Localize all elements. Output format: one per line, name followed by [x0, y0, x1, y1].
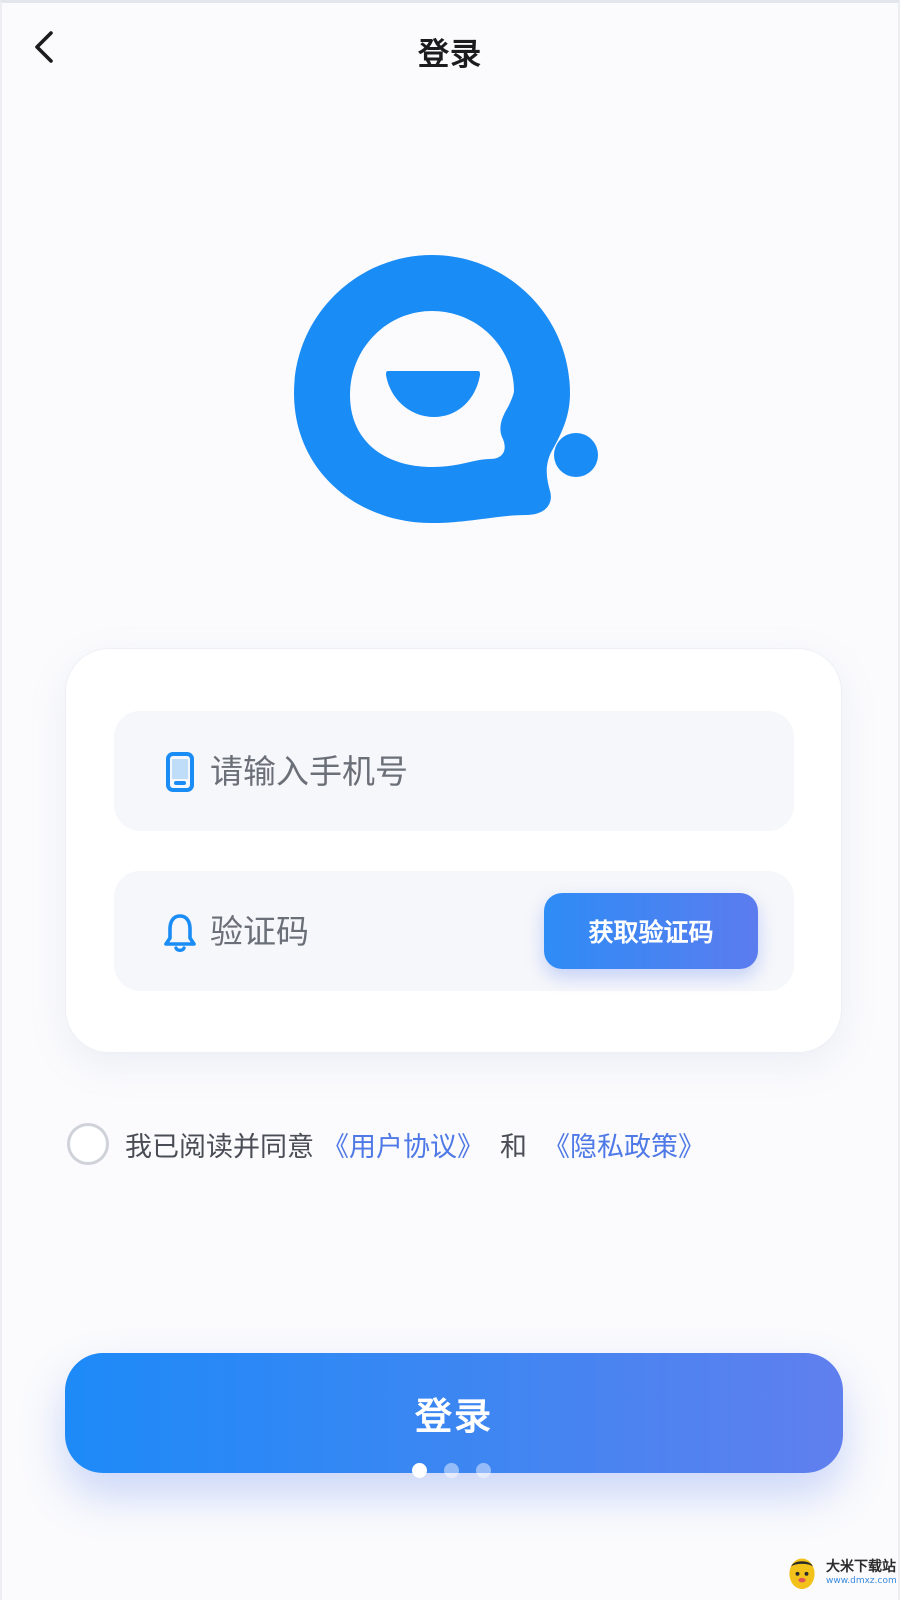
page-indicator: [412, 1463, 502, 1481]
code-input[interactable]: [210, 893, 530, 969]
agreement-row: 我已阅读并同意 《用户协议》 和 《隐私政策》: [67, 1121, 713, 1167]
agreement-and: 和: [500, 1131, 527, 1163]
login-screen: 登录 获取验证码 我已阅读并同意 《用户协议》 和 《隐私政: [0, 0, 900, 1600]
code-field: 获取验证码: [114, 871, 794, 991]
agreement-radio[interactable]: [67, 1123, 109, 1165]
page-dot-2[interactable]: [444, 1463, 459, 1478]
watermark-logo: [789, 1558, 815, 1590]
chat-bubble-logo: [294, 255, 598, 523]
phone-input[interactable]: [210, 733, 530, 809]
logo-dot: [554, 433, 598, 477]
get-code-button[interactable]: 获取验证码: [544, 893, 758, 969]
page-title: 登录: [418, 37, 482, 73]
phone-field: [114, 711, 794, 831]
watermark-text: 大米下载站: [826, 1559, 896, 1575]
login-form-card: 获取验证码: [65, 648, 842, 1053]
agreement-prefix: 我已阅读并同意: [125, 1131, 314, 1163]
watermark-url: www.dmxz.com: [826, 1576, 897, 1586]
mobile-phone-icon: [166, 752, 194, 792]
watermark: 大米下载站 www.dmxz.com: [784, 1550, 897, 1594]
user-agreement-link[interactable]: 《用户协议》: [322, 1125, 484, 1164]
bell-icon: [164, 914, 196, 952]
privacy-policy-link[interactable]: 《隐私政策》: [543, 1125, 705, 1164]
login-button[interactable]: 登录: [65, 1353, 843, 1473]
logo-mouth: [386, 371, 480, 417]
top-bar: 登录: [2, 3, 898, 99]
page-dot-1[interactable]: [412, 1463, 427, 1478]
page-dot-3[interactable]: [476, 1463, 491, 1478]
